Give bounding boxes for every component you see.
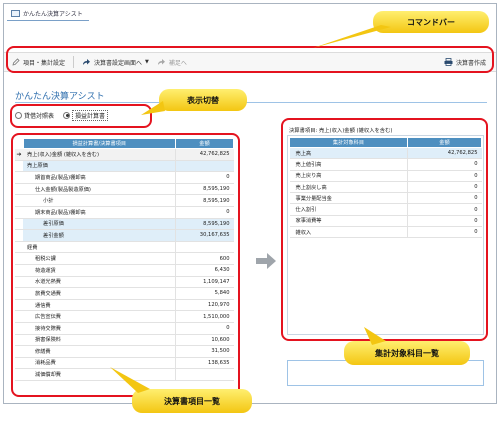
callout-label: コマンドバー bbox=[407, 17, 455, 27]
document-items-highlight bbox=[11, 133, 240, 397]
command-bar-highlight bbox=[6, 46, 494, 73]
callout-tail bbox=[110, 367, 150, 393]
page-title: かんたん決算アシスト bbox=[15, 92, 105, 102]
command-bar-callout: コマンドバー bbox=[313, 11, 489, 48]
callout-label: 決算書項目一覧 bbox=[164, 396, 220, 406]
display-switch-callout: 表示切替 bbox=[141, 89, 247, 115]
document-items-callout: 決算書項目一覧 bbox=[110, 367, 252, 413]
aggregate-items-highlight bbox=[281, 118, 488, 341]
callout-tail bbox=[141, 101, 165, 115]
window-tab[interactable]: かんたん決算アシスト bbox=[7, 7, 89, 21]
callout-label: 表示切替 bbox=[187, 95, 219, 105]
app-window-icon bbox=[11, 10, 20, 17]
callout-tail bbox=[364, 327, 386, 345]
display-switch-highlight bbox=[10, 104, 152, 128]
title-divider bbox=[15, 102, 487, 103]
aggregate-items-callout: 集計対象科目一覧 bbox=[344, 327, 470, 365]
transfer-arrow-icon bbox=[256, 253, 276, 269]
screenshot-root: かんたん決算アシスト 項目・集計設定 決算書設定画面へ ▼ 補足へ 決算書作成 bbox=[0, 0, 500, 430]
window-tab-title: かんたん決算アシスト bbox=[23, 11, 83, 18]
callout-tail bbox=[313, 25, 391, 48]
callout-label: 集計対象科目一覧 bbox=[375, 348, 439, 358]
